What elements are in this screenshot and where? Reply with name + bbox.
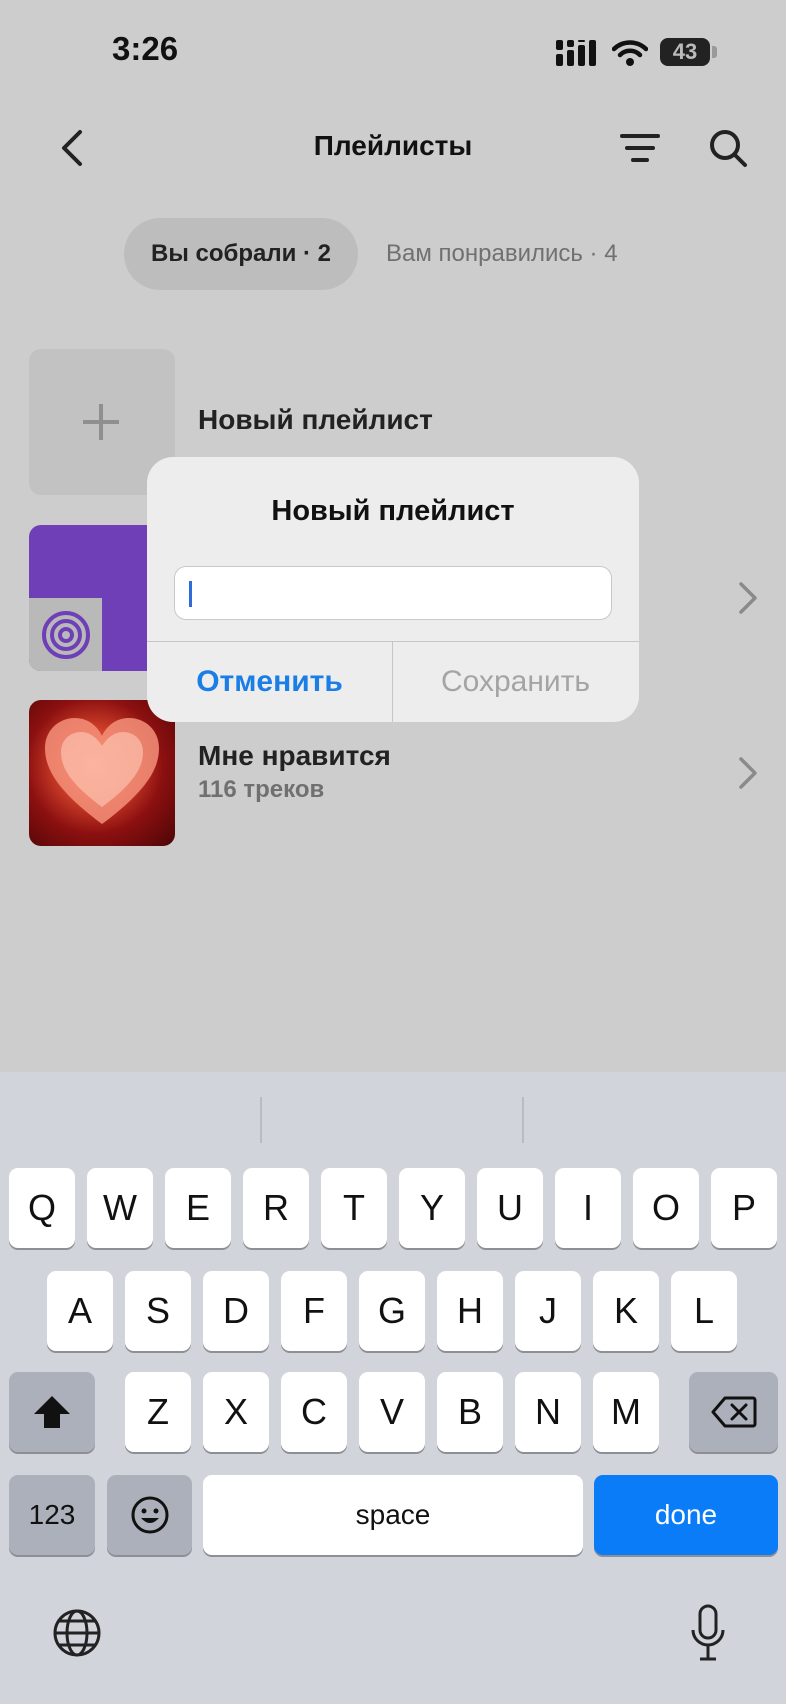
playlist-name-input[interactable]	[174, 566, 612, 620]
suggestion-divider	[260, 1097, 262, 1143]
globe-icon[interactable]	[52, 1608, 102, 1658]
cancel-button[interactable]: Отменить	[147, 641, 392, 722]
search-icon[interactable]	[708, 128, 748, 168]
space-key[interactable]: space	[203, 1475, 583, 1555]
key-m[interactable]: M	[593, 1372, 659, 1452]
key-r[interactable]: R	[243, 1168, 309, 1248]
liked-playlist-count: 116 треков	[198, 776, 325, 803]
key-i[interactable]: I	[555, 1168, 621, 1248]
key-u[interactable]: U	[477, 1168, 543, 1248]
key-j[interactable]: J	[515, 1271, 581, 1351]
key-y[interactable]: Y	[399, 1168, 465, 1248]
text-caret	[189, 581, 192, 607]
shift-key[interactable]	[9, 1372, 95, 1452]
done-key[interactable]: done	[594, 1475, 778, 1555]
plus-icon-vertical	[99, 404, 103, 440]
key-v[interactable]: V	[359, 1372, 425, 1452]
chevron-right-icon[interactable]	[738, 756, 758, 790]
liked-playlist-title[interactable]: Мне нравится	[198, 740, 391, 772]
status-time: 3:26	[112, 30, 179, 67]
backspace-icon	[711, 1396, 756, 1428]
page-title: Плейлисты	[313, 130, 473, 161]
key-a[interactable]: A	[47, 1271, 113, 1351]
battery-indicator: 43	[660, 38, 710, 66]
key-q[interactable]: Q	[9, 1168, 75, 1248]
key-d[interactable]: D	[203, 1271, 269, 1351]
key-z[interactable]: Z	[125, 1372, 191, 1452]
key-o[interactable]: O	[633, 1168, 699, 1248]
shift-icon	[34, 1396, 70, 1428]
battery-tip	[712, 46, 717, 58]
emoji-icon	[131, 1496, 168, 1534]
target-icon	[42, 611, 90, 659]
mic-icon[interactable]	[690, 1604, 726, 1662]
key-e[interactable]: E	[165, 1168, 231, 1248]
sort-icon[interactable]	[620, 132, 660, 164]
key-c[interactable]: C	[281, 1372, 347, 1452]
suggestion-divider	[522, 1097, 524, 1143]
signal-icon	[556, 40, 596, 66]
heart-icon	[45, 718, 159, 824]
key-p[interactable]: P	[711, 1168, 777, 1248]
key-h[interactable]: H	[437, 1271, 503, 1351]
wifi-icon	[612, 40, 648, 66]
save-button[interactable]: Сохранить	[393, 641, 638, 722]
key-w[interactable]: W	[87, 1168, 153, 1248]
keyboard: QWERTYUIOP ASDFGHJKL ZXCVBNM 123 space don…	[0, 1072, 786, 1704]
emoji-key[interactable]	[107, 1475, 192, 1555]
chevron-right-icon[interactable]	[738, 581, 758, 615]
key-g[interactable]: G	[359, 1271, 425, 1351]
backspace-key[interactable]	[689, 1372, 778, 1452]
key-n[interactable]: N	[515, 1372, 581, 1452]
new-playlist-dialog: Новый плейлист Отменить Сохранить	[147, 457, 639, 722]
key-x[interactable]: X	[203, 1372, 269, 1452]
key-l[interactable]: L	[671, 1271, 737, 1351]
key-f[interactable]: F	[281, 1271, 347, 1351]
tab-you-collected[interactable]: Вы собрали · 2	[124, 218, 358, 290]
new-playlist-label[interactable]: Новый плейлист	[198, 404, 433, 436]
tab-you-liked[interactable]: Вам понравились · 4	[386, 218, 618, 290]
key-b[interactable]: B	[437, 1372, 503, 1452]
key-k[interactable]: K	[593, 1271, 659, 1351]
key-s[interactable]: S	[125, 1271, 191, 1351]
dialog-title: Новый плейлист	[271, 495, 515, 527]
key-t[interactable]: T	[321, 1168, 387, 1248]
numbers-key[interactable]: 123	[9, 1475, 95, 1555]
